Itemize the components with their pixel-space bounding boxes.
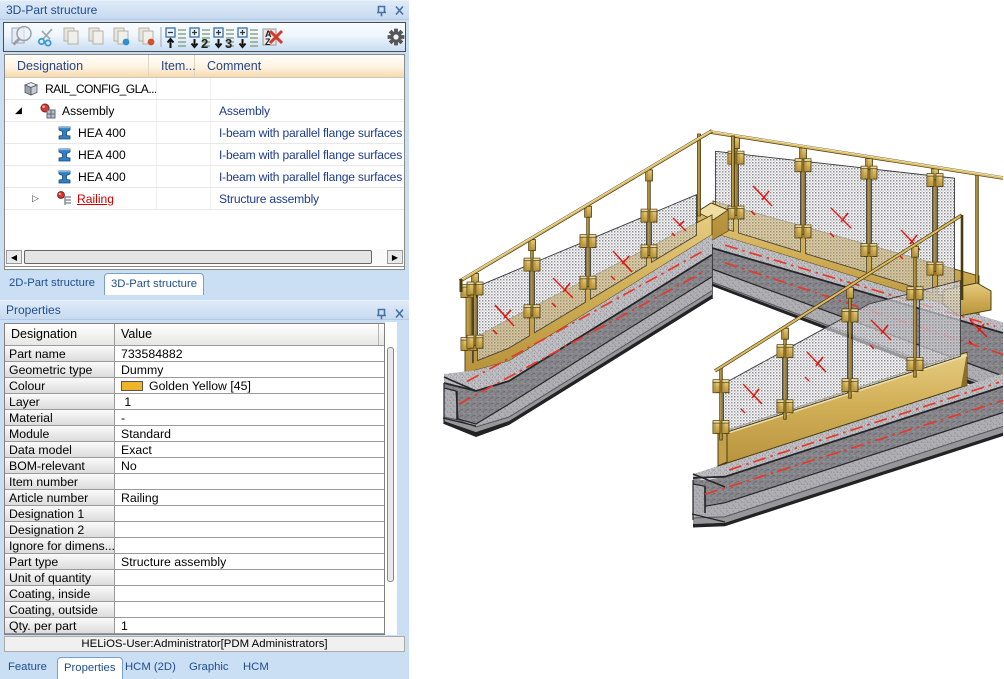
svg-text:2: 2 xyxy=(201,36,208,51)
svg-text:3: 3 xyxy=(225,36,232,51)
